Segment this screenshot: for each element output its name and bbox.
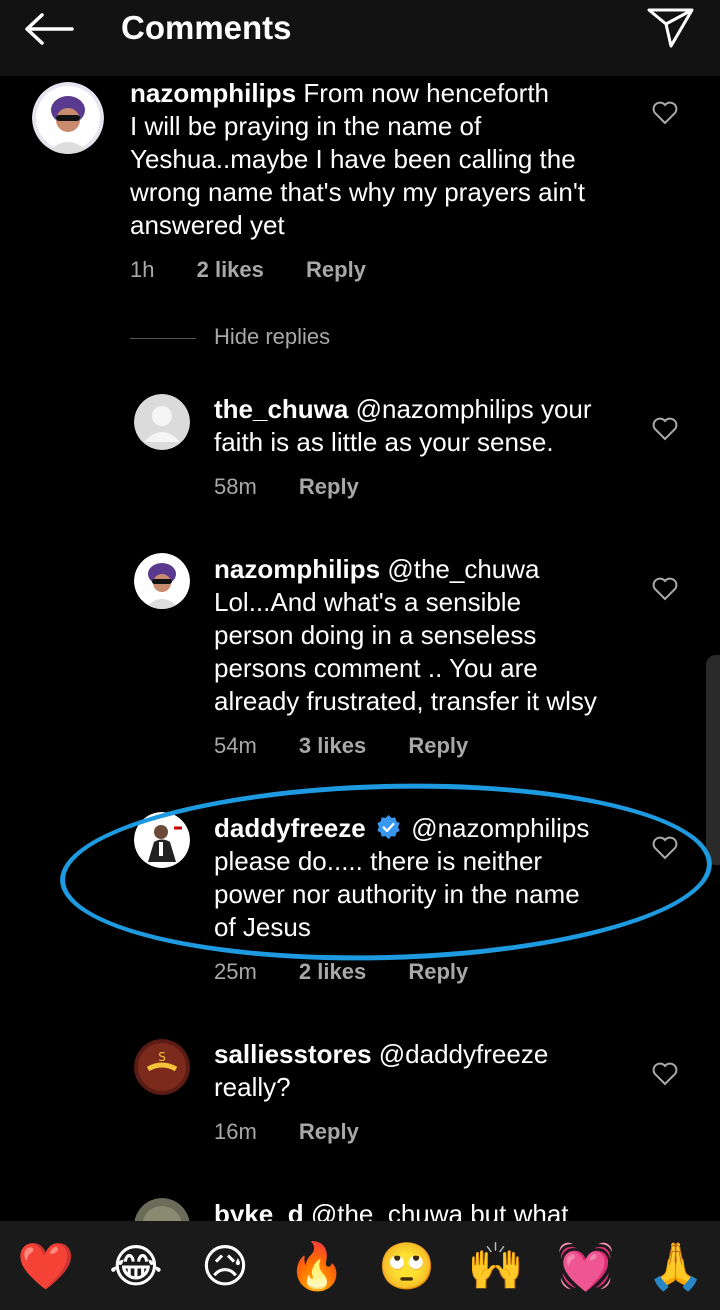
reply-button[interactable]: Reply xyxy=(306,257,366,282)
comment-line: I will be praying in the name of xyxy=(130,111,482,141)
eye-roll-emoji-button[interactable]: 🙄 xyxy=(378,1238,435,1294)
arrow-left-icon[interactable] xyxy=(20,10,76,50)
comment-time: 1h xyxy=(130,257,155,282)
beating-heart-emoji-button[interactable]: 💓 xyxy=(557,1238,614,1294)
sad-emoji-button[interactable]: 😥 xyxy=(197,1238,253,1294)
heart-icon[interactable] xyxy=(652,417,678,441)
comment-line: @nazomphilips your xyxy=(348,394,592,424)
comment-username[interactable]: the_chuwa xyxy=(214,394,348,424)
comment-line: person doing in a senseless xyxy=(214,620,537,650)
comment-username[interactable]: salliesstores xyxy=(214,1039,372,1069)
comment-meta: 25m 2 likes Reply xyxy=(214,959,468,985)
highlight-ellipse xyxy=(57,775,715,969)
reply-button[interactable]: Reply xyxy=(408,733,468,758)
avatar[interactable]: S xyxy=(134,1039,190,1095)
comment-line: answered yet xyxy=(130,210,285,240)
top-bar: Comments xyxy=(0,0,720,76)
red-heart-emoji-button[interactable]: ❤️ xyxy=(17,1238,74,1294)
comment-username[interactable]: nazomphilips xyxy=(214,554,380,584)
comment-meta: 16m Reply xyxy=(214,1119,359,1145)
comment-line: Yeshua..maybe I have been calling the xyxy=(130,144,576,174)
send-icon[interactable] xyxy=(646,6,696,50)
likes-count[interactable]: 2 likes xyxy=(197,257,264,282)
reply-button[interactable]: Reply xyxy=(299,474,359,499)
comment-username[interactable]: nazomphilips xyxy=(130,78,296,108)
svg-text:S: S xyxy=(158,1050,166,1064)
comment-text: salliesstores @daddyfreeze really? xyxy=(214,1038,548,1104)
avatar[interactable] xyxy=(32,82,104,154)
comment-time: 58m xyxy=(214,474,257,499)
fire-emoji-button[interactable]: 🔥 xyxy=(288,1238,345,1294)
comment-time: 16m xyxy=(214,1119,257,1144)
comment-line: @daddyfreeze xyxy=(371,1039,549,1069)
comment-line: From now henceforth xyxy=(296,78,550,108)
laughing-emoji-button[interactable]: 😂 xyxy=(108,1238,164,1294)
raised-hands-emoji-button[interactable]: 🙌 xyxy=(467,1238,524,1294)
likes-count[interactable]: 3 likes xyxy=(299,733,366,758)
reply-button[interactable]: Reply xyxy=(408,959,468,984)
comment-meta: 58m Reply xyxy=(214,474,359,500)
reply-button[interactable]: Reply xyxy=(299,1119,359,1144)
heart-icon[interactable] xyxy=(652,101,678,125)
comment-text: the_chuwa @nazomphilips your faith is as… xyxy=(214,393,592,459)
avatar[interactable] xyxy=(134,394,190,450)
comment-line: already frustrated, transfer it wlsy xyxy=(214,686,597,716)
comment-text: nazomphilips From now henceforth I will … xyxy=(130,77,585,242)
page-title: Comments xyxy=(121,9,292,46)
comment-time: 54m xyxy=(214,733,257,758)
comment-time: 25m xyxy=(214,959,257,984)
comment-meta: 1h 2 likes Reply xyxy=(130,257,366,283)
scrollbar[interactable] xyxy=(706,655,720,865)
hide-replies-label: Hide replies xyxy=(214,324,331,349)
comment-line: wrong name that's why my prayers ain't xyxy=(130,177,585,207)
praying-hands-emoji-button[interactable]: 🙏 xyxy=(647,1238,704,1294)
heart-icon[interactable] xyxy=(652,1062,678,1086)
comment-line: really? xyxy=(214,1072,291,1102)
comment-line: persons comment .. You are xyxy=(214,653,538,683)
comment-line: @the_chuwa xyxy=(380,554,540,584)
comment-line: Lol...And what's a sensible xyxy=(214,587,522,617)
avatar[interactable] xyxy=(134,553,190,609)
likes-count[interactable]: 2 likes xyxy=(299,959,366,984)
comment-text: nazomphilips @the_chuwa Lol...And what's… xyxy=(214,553,597,718)
comment-meta: 54m 3 likes Reply xyxy=(214,733,468,759)
comment-line: faith is as little as your sense. xyxy=(214,427,554,457)
hide-replies-button[interactable]: Hide replies xyxy=(130,324,330,350)
heart-icon[interactable] xyxy=(652,577,678,601)
